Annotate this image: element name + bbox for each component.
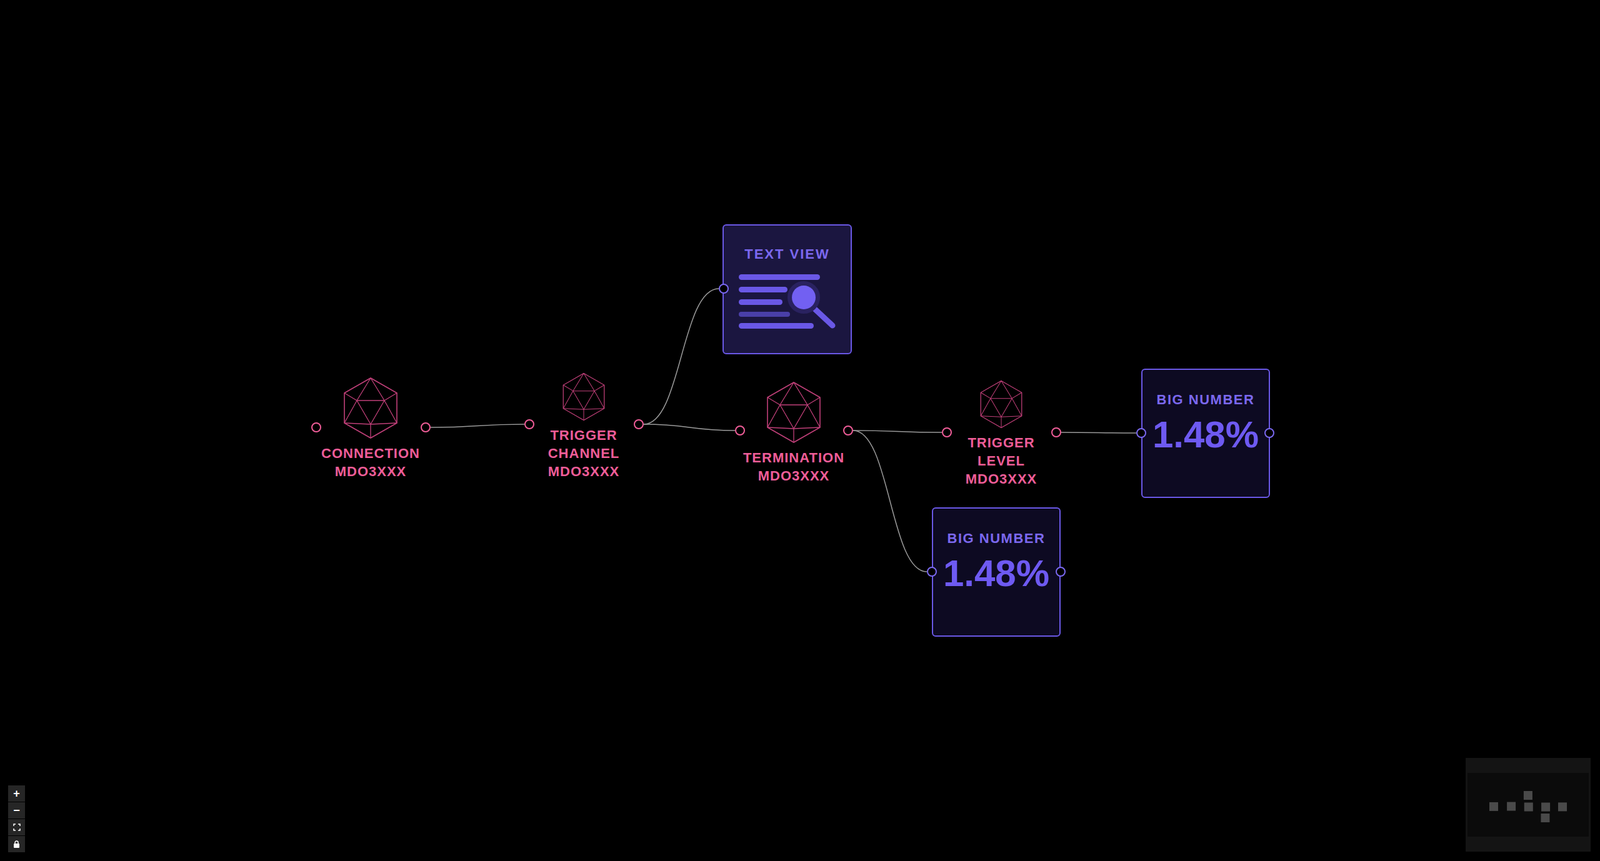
edge[interactable] [643,424,735,431]
zoomout-button[interactable]: − [8,802,25,819]
device-label: TRIGGERLEVELMDO3XXX [965,433,1038,489]
node-port[interactable] [1055,566,1066,577]
zoomin-button[interactable]: + [8,785,25,802]
flow-canvas[interactable]: CONNECTIONMDO3XXX TRIGGERCHANNELMDO3XXX TE… [0,0,1600,861]
node-port[interactable] [718,283,729,294]
node-port[interactable] [1136,428,1147,439]
node-port[interactable] [941,427,952,438]
edge[interactable] [643,288,719,425]
device-node[interactable]: TERMINATIONMDO3XXX [731,381,857,485]
node-port[interactable] [735,425,745,436]
icosahedron-icon [559,372,609,422]
icosahedron-icon [339,376,402,440]
fit-button[interactable] [8,819,25,836]
device-node[interactable]: TRIGGERLEVELMDO3XXX [938,380,1064,489]
lock-icon [13,840,20,849]
big-number-node[interactable]: BIG NUMBER 1.48% [1141,368,1270,499]
device-label: TRIGGERCHANNELMDO3XXX [548,426,620,481]
node-port[interactable] [524,419,535,430]
minimap[interactable] [1465,758,1591,852]
text-view-node[interactable]: TEXT VIEW [722,224,852,355]
node-port[interactable] [420,422,431,433]
device-label: TERMINATIONMDO3XXX [743,448,845,485]
icosahedron-icon [976,380,1026,429]
device-label: CONNECTIONMDO3XXX [321,444,420,481]
node-port[interactable] [926,566,937,577]
node-port[interactable] [843,425,854,436]
edge[interactable] [1061,432,1137,434]
zoom-controls: +− [8,785,25,853]
device-node[interactable]: TRIGGERCHANNELMDO3XXX [521,372,647,481]
node-title: BIG NUMBER [1156,391,1255,409]
text-search-icon [738,273,837,331]
big-number-value: 1.48% [943,551,1050,597]
fit-view-icon [13,823,21,832]
device-node[interactable]: CONNECTIONMDO3XXX [308,376,434,481]
lock-button[interactable] [8,836,25,853]
node-port[interactable] [311,422,322,433]
node-title: BIG NUMBER [947,530,1046,548]
minimap-nodes-icon [1467,773,1589,837]
edge[interactable] [430,424,525,428]
big-number-value: 1.48% [1152,412,1259,458]
big-number-node[interactable]: BIG NUMBER 1.48% [931,507,1061,637]
node-port[interactable] [633,419,644,430]
edge[interactable] [853,430,927,572]
edges-layer [0,0,1600,861]
node-port[interactable] [1264,428,1275,439]
icosahedron-icon [762,381,825,444]
node-port[interactable] [1051,427,1062,438]
edge[interactable] [853,430,942,433]
node-title: TEXT VIEW [744,245,830,264]
